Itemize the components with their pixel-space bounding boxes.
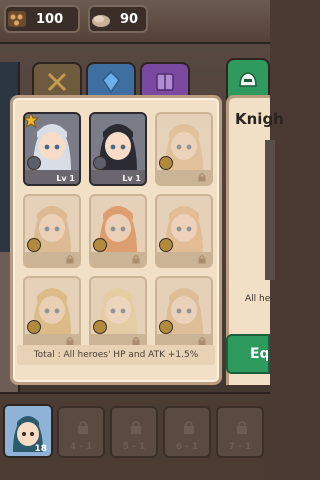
hero-level: Lv 1 [122, 174, 141, 183]
wood-resource: 100 [4, 5, 80, 33]
hero-slot[interactable]: Lv 1 [89, 112, 147, 186]
spell-book-icon [156, 73, 174, 91]
equip-button[interactable]: Eq [226, 334, 270, 374]
class-badge-icon [93, 238, 107, 252]
wood-log-icon [4, 6, 30, 32]
lock-icon [184, 421, 194, 434]
stage-requirement-label: 4 - 1 [69, 442, 93, 452]
wood-value: 100 [36, 11, 64, 27]
lock-icon [198, 255, 206, 264]
class-badge-icon [93, 156, 107, 170]
knight-helmet-icon [239, 72, 257, 87]
class-badge-icon [159, 238, 173, 252]
locked-party-slot[interactable]: 5 - 1 [110, 406, 158, 458]
stage-requirement-label: 5 - 1 [122, 442, 146, 452]
hero-slot[interactable] [89, 276, 147, 350]
locked-party-slot[interactable]: 4 - 1 [57, 406, 105, 458]
class-badge-icon [27, 238, 41, 252]
class-badge-icon [27, 320, 41, 334]
class-badge-icon [159, 156, 173, 170]
hero-slot[interactable] [155, 112, 213, 186]
stage-requirement-label: 7 - 1 [228, 442, 252, 452]
lock-icon [237, 421, 247, 434]
hero-slot[interactable]: Lv 1 [23, 112, 81, 186]
lock-icon [132, 255, 140, 264]
hero-slot[interactable] [23, 276, 81, 350]
hero-slot[interactable] [89, 194, 147, 268]
hero-slot[interactable] [23, 194, 81, 268]
resource-bar: 100 90 [0, 0, 270, 44]
hero-collection-panel: Lv 1 Lv 1 Total : All heroes' HP and ATK … [10, 95, 222, 385]
stone-value: 90 [120, 11, 139, 27]
stone-ore-icon [88, 6, 114, 32]
locked-party-slot[interactable]: 6 - 1 [163, 406, 211, 458]
class-badge-icon [93, 320, 107, 334]
locked-party-slot[interactable]: 7 - 1 [216, 406, 264, 458]
blue-crystal-icon [102, 70, 120, 94]
lock-icon [198, 173, 206, 182]
category-tabs [0, 52, 270, 102]
detail-description: All he [245, 294, 271, 304]
hero-slot[interactable] [155, 194, 213, 268]
bottom-party-bar: 18 4 - 1 5 - 1 6 - 1 7 - 1 [0, 392, 270, 480]
lock-icon [131, 421, 141, 434]
class-badge-icon [27, 156, 41, 170]
hero-level: Lv 1 [56, 174, 75, 183]
hero-count: 18 [34, 444, 47, 454]
party-hero-card[interactable]: 18 [3, 404, 53, 458]
class-badge-icon [159, 320, 173, 334]
detail-portrait [265, 140, 275, 280]
detail-title: Knigh [235, 110, 284, 128]
lock-icon [66, 255, 74, 264]
stage-requirement-label: 6 - 1 [175, 442, 199, 452]
crossed-swords-icon [47, 72, 67, 92]
total-bonus-text: Total : All heroes' HP and ATK +1.5% [17, 345, 215, 365]
star-badge-icon [25, 114, 39, 128]
stone-resource: 90 [88, 5, 148, 33]
lock-icon [78, 421, 88, 434]
hero-slot[interactable] [155, 276, 213, 350]
